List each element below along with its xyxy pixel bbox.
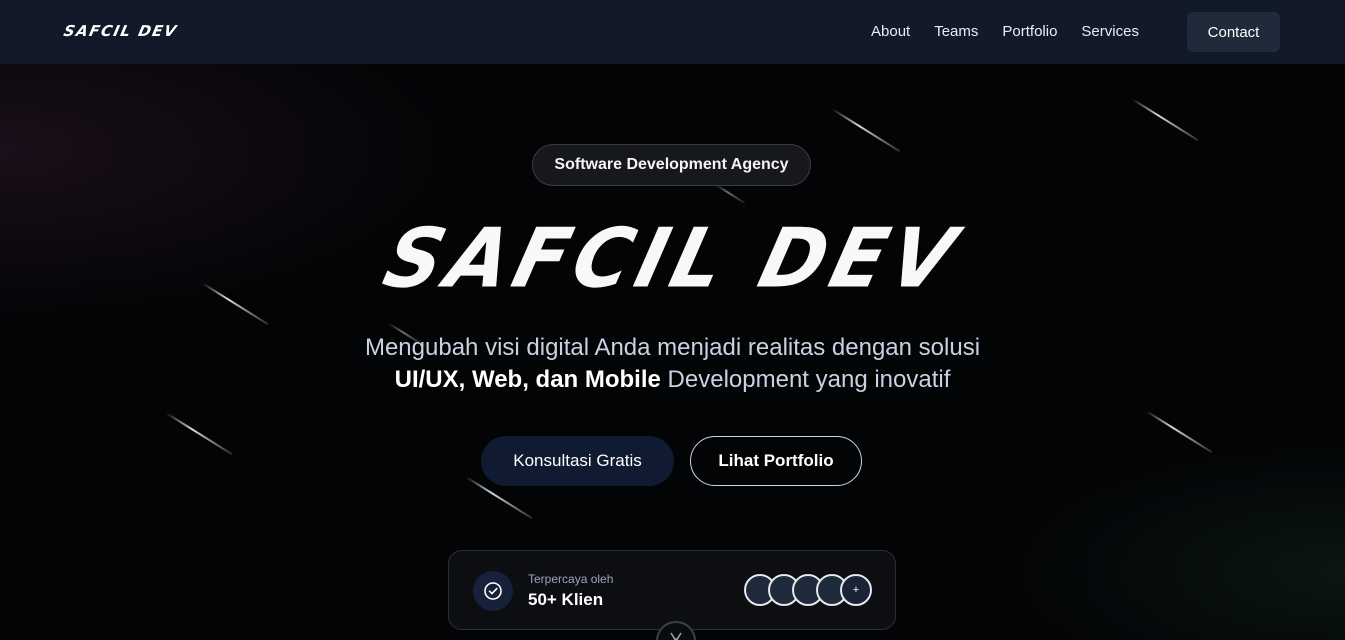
nav-link-services[interactable]: Services bbox=[1081, 23, 1139, 40]
trust-label: Terpercaya oleh bbox=[528, 572, 614, 586]
client-count: 50+ Klien bbox=[528, 590, 604, 609]
subtitle-line1: Mengubah visi digital Anda menjadi reali… bbox=[364, 334, 981, 361]
client-avatars: + bbox=[744, 574, 874, 606]
navbar: SAFCIL DEV About Teams Portfolio Service… bbox=[0, 0, 1345, 64]
chevron-down-icon bbox=[670, 632, 682, 640]
brand-logo[interactable]: SAFCIL DEV bbox=[62, 22, 179, 40]
check-circle-icon bbox=[473, 571, 513, 611]
light-streak bbox=[1145, 410, 1213, 454]
nav-link-portfolio[interactable]: Portfolio bbox=[1002, 23, 1057, 40]
contact-button[interactable]: Contact bbox=[1187, 12, 1280, 52]
nav-link-about[interactable]: About bbox=[871, 23, 910, 40]
subtitle-bold: UI/UX, Web, dan Mobile bbox=[394, 366, 661, 393]
free-consultation-button[interactable]: Konsultasi Gratis bbox=[481, 436, 674, 486]
trust-card: Terpercaya oleh 50+ Klien + bbox=[448, 550, 896, 630]
hero-section: Software Development Agency SAFCIL DEV M… bbox=[0, 64, 1345, 640]
hero-title: SAFCIL DEV bbox=[375, 211, 970, 307]
nav-link-teams[interactable]: Teams bbox=[934, 23, 978, 40]
view-portfolio-button[interactable]: Lihat Portfolio bbox=[690, 436, 862, 486]
light-streak bbox=[831, 108, 901, 153]
light-streak bbox=[165, 412, 233, 456]
agency-badge: Software Development Agency bbox=[532, 144, 811, 186]
nav-links: About Teams Portfolio Services bbox=[871, 23, 1139, 40]
more-clients-button[interactable]: + bbox=[840, 574, 872, 606]
hero-subtitle: Mengubah visi digital Anda menjadi reali… bbox=[0, 332, 1345, 396]
light-streak bbox=[715, 184, 746, 204]
subtitle-rest: Development yang inovatif bbox=[660, 366, 951, 393]
light-streak bbox=[1131, 98, 1199, 142]
